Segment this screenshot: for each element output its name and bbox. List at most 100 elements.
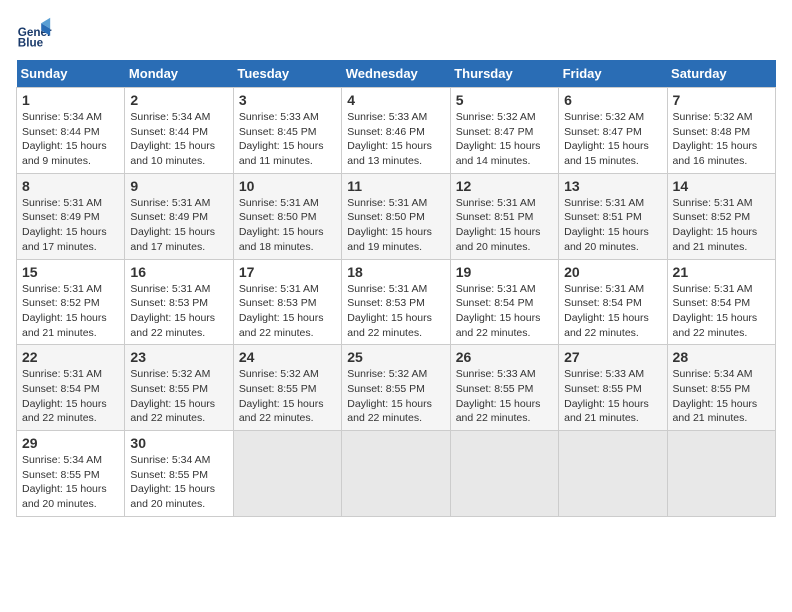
day-number: 23 — [130, 349, 227, 365]
calendar-day-cell — [559, 431, 667, 517]
day-number: 11 — [347, 178, 444, 194]
day-number: 20 — [564, 264, 661, 280]
calendar-day-cell: 3 Sunrise: 5:33 AMSunset: 8:45 PMDaylight… — [233, 88, 341, 174]
day-number: 21 — [673, 264, 770, 280]
day-number: 10 — [239, 178, 336, 194]
calendar-day-cell: 8Sunrise: 5:31 AMSunset: 8:49 PMDaylight… — [17, 173, 125, 259]
day-info: Sunrise: 5:33 AMSunset: 8:45 PMDaylight:… — [239, 110, 336, 169]
day-info: Sunrise: 5:32 AMSunset: 8:47 PMDaylight:… — [456, 110, 553, 169]
calendar-day-cell: 2 Sunrise: 5:34 AMSunset: 8:44 PMDaylight… — [125, 88, 233, 174]
day-info: Sunrise: 5:32 AMSunset: 8:55 PMDaylight:… — [130, 367, 227, 426]
day-info: Sunrise: 5:34 AMSunset: 8:44 PMDaylight:… — [22, 110, 119, 169]
calendar-week-row: 8 Sunrise: 5:31 AMSunset: 8:49 PMDaylight… — [17, 173, 776, 259]
calendar-day-cell — [667, 431, 775, 517]
day-info: Sunrise: 5:31 AMSunset: 8:54 PMDaylight:… — [22, 367, 119, 426]
day-info: Sunrise: 5:31 AMSunset: 8:50 PMDaylight:… — [347, 196, 444, 255]
page-header: General Blue — [16, 16, 776, 52]
day-number: 26 — [456, 349, 553, 365]
day-number: 13 — [564, 178, 661, 194]
calendar-day-cell: 25 Sunrise: 5:32 AMSunset: 8:55 PMDayligh… — [342, 345, 450, 431]
calendar-day-cell: 18 Sunrise: 5:31 AMSunset: 8:53 PMDayligh… — [342, 259, 450, 345]
day-info: Sunrise: 5:31 AMSunset: 8:52 PMDaylight:… — [22, 282, 119, 341]
day-info: Sunrise: 5:32 AMSunset: 8:55 PMDaylight:… — [239, 367, 336, 426]
day-of-week-header: Saturday — [667, 60, 775, 88]
day-number: 8 — [22, 178, 119, 194]
calendar-day-cell: 29Sunrise: 5:34 AMSunset: 8:55 PMDayligh… — [17, 431, 125, 517]
day-number: 5 — [456, 92, 553, 108]
day-info: Sunrise: 5:31 AMSunset: 8:51 PMDaylight:… — [456, 196, 553, 255]
day-info: Sunrise: 5:31 AMSunset: 8:53 PMDaylight:… — [347, 282, 444, 341]
day-info: Sunrise: 5:34 AMSunset: 8:44 PMDaylight:… — [130, 110, 227, 169]
day-number: 28 — [673, 349, 770, 365]
calendar-day-cell: 22 Sunrise: 5:31 AMSunset: 8:54 PMDayligh… — [17, 345, 125, 431]
day-info: Sunrise: 5:31 AMSunset: 8:54 PMDaylight:… — [673, 282, 770, 341]
calendar-day-cell — [450, 431, 558, 517]
calendar-table: SundayMondayTuesdayWednesdayThursdayFrid… — [16, 60, 776, 517]
calendar-day-cell: 6Sunrise: 5:32 AMSunset: 8:47 PMDaylight… — [559, 88, 667, 174]
calendar-day-cell: 11 Sunrise: 5:31 AMSunset: 8:50 PMDayligh… — [342, 173, 450, 259]
day-info: Sunrise: 5:31 AMSunset: 8:54 PMDaylight:… — [456, 282, 553, 341]
calendar-day-cell: 7 Sunrise: 5:32 AMSunset: 8:48 PMDaylight… — [667, 88, 775, 174]
calendar-day-cell: 19 Sunrise: 5:31 AMSunset: 8:54 PMDayligh… — [450, 259, 558, 345]
calendar-day-cell: 15Sunrise: 5:31 AMSunset: 8:52 PMDayligh… — [17, 259, 125, 345]
calendar-week-row: 15Sunrise: 5:31 AMSunset: 8:52 PMDayligh… — [17, 259, 776, 345]
day-of-week-header: Friday — [559, 60, 667, 88]
day-of-week-header: Thursday — [450, 60, 558, 88]
day-number: 17 — [239, 264, 336, 280]
calendar-day-cell: 1Sunrise: 5:34 AMSunset: 8:44 PMDaylight… — [17, 88, 125, 174]
day-number: 29 — [22, 435, 119, 451]
calendar-day-cell: 27 Sunrise: 5:33 AMSunset: 8:55 PMDayligh… — [559, 345, 667, 431]
calendar-day-cell: 12 Sunrise: 5:31 AMSunset: 8:51 PMDayligh… — [450, 173, 558, 259]
day-info: Sunrise: 5:31 AMSunset: 8:51 PMDaylight:… — [564, 196, 661, 255]
day-info: Sunrise: 5:33 AMSunset: 8:55 PMDaylight:… — [564, 367, 661, 426]
day-number: 12 — [456, 178, 553, 194]
day-info: Sunrise: 5:32 AMSunset: 8:48 PMDaylight:… — [673, 110, 770, 169]
calendar-day-cell — [342, 431, 450, 517]
calendar-day-cell: 21 Sunrise: 5:31 AMSunset: 8:54 PMDayligh… — [667, 259, 775, 345]
day-of-week-header: Wednesday — [342, 60, 450, 88]
calendar-day-cell: 5 Sunrise: 5:32 AMSunset: 8:47 PMDaylight… — [450, 88, 558, 174]
day-info: Sunrise: 5:31 AMSunset: 8:53 PMDaylight:… — [130, 282, 227, 341]
calendar-day-cell: 10 Sunrise: 5:31 AMSunset: 8:50 PMDayligh… — [233, 173, 341, 259]
day-info: Sunrise: 5:33 AMSunset: 8:46 PMDaylight:… — [347, 110, 444, 169]
day-number: 22 — [22, 349, 119, 365]
day-info: Sunrise: 5:32 AMSunset: 8:47 PMDaylight:… — [564, 110, 661, 169]
day-info: Sunrise: 5:31 AMSunset: 8:49 PMDaylight:… — [130, 196, 227, 255]
day-info: Sunrise: 5:32 AMSunset: 8:55 PMDaylight:… — [347, 367, 444, 426]
day-info: Sunrise: 5:31 AMSunset: 8:54 PMDaylight:… — [564, 282, 661, 341]
calendar-day-cell: 28 Sunrise: 5:34 AMSunset: 8:55 PMDayligh… — [667, 345, 775, 431]
day-number: 27 — [564, 349, 661, 365]
day-of-week-header: Sunday — [17, 60, 125, 88]
calendar-week-row: 29 Sunrise: 5:34 AMSunset: 8:55 PMDayligh… — [17, 431, 776, 517]
day-info: Sunrise: 5:31 AMSunset: 8:52 PMDaylight:… — [673, 196, 770, 255]
calendar-day-cell: 20 Sunrise: 5:31 AMSunset: 8:54 PMDayligh… — [559, 259, 667, 345]
calendar-day-cell: 16 Sunrise: 5:31 AMSunset: 8:53 PMDayligh… — [125, 259, 233, 345]
svg-text:Blue: Blue — [18, 37, 44, 50]
day-of-week-header: Tuesday — [233, 60, 341, 88]
day-info: Sunrise: 5:31 AMSunset: 8:53 PMDaylight:… — [239, 282, 336, 341]
day-info: Sunrise: 5:34 AMSunset: 8:55 PMDaylight:… — [673, 367, 770, 426]
day-number: 19 — [456, 264, 553, 280]
calendar-week-row: 22 Sunrise: 5:31 AMSunset: 8:54 PMDayligh… — [17, 345, 776, 431]
calendar-day-cell: 30Sunrise: 5:34 AMSunset: 8:55 PMDayligh… — [125, 431, 233, 517]
day-number: 2 — [130, 92, 227, 108]
day-info: Sunrise: 5:34 AMSunset: 8:55 PMDaylight:… — [130, 453, 227, 512]
calendar-body: 1Sunrise: 5:34 AMSunset: 8:44 PMDaylight… — [17, 88, 776, 517]
day-number: 3 — [239, 92, 336, 108]
day-number: 16 — [130, 264, 227, 280]
day-number: 9 — [130, 178, 227, 194]
day-number: 18 — [347, 264, 444, 280]
calendar-day-cell: 4 Sunrise: 5:33 AMSunset: 8:46 PMDaylight… — [342, 88, 450, 174]
day-info: Sunrise: 5:33 AMSunset: 8:55 PMDaylight:… — [456, 367, 553, 426]
calendar-day-cell: 24Sunrise: 5:32 AMSunset: 8:55 PMDayligh… — [233, 345, 341, 431]
day-number: 14 — [673, 178, 770, 194]
day-info: Sunrise: 5:31 AMSunset: 8:50 PMDaylight:… — [239, 196, 336, 255]
calendar-day-cell — [233, 431, 341, 517]
day-number: 4 — [347, 92, 444, 108]
calendar-day-cell: 23 Sunrise: 5:32 AMSunset: 8:55 PMDayligh… — [125, 345, 233, 431]
calendar-header: SundayMondayTuesdayWednesdayThursdayFrid… — [17, 60, 776, 88]
day-number: 7 — [673, 92, 770, 108]
logo: General Blue — [16, 16, 52, 52]
day-number: 25 — [347, 349, 444, 365]
calendar-day-cell: 17 Sunrise: 5:31 AMSunset: 8:53 PMDayligh… — [233, 259, 341, 345]
